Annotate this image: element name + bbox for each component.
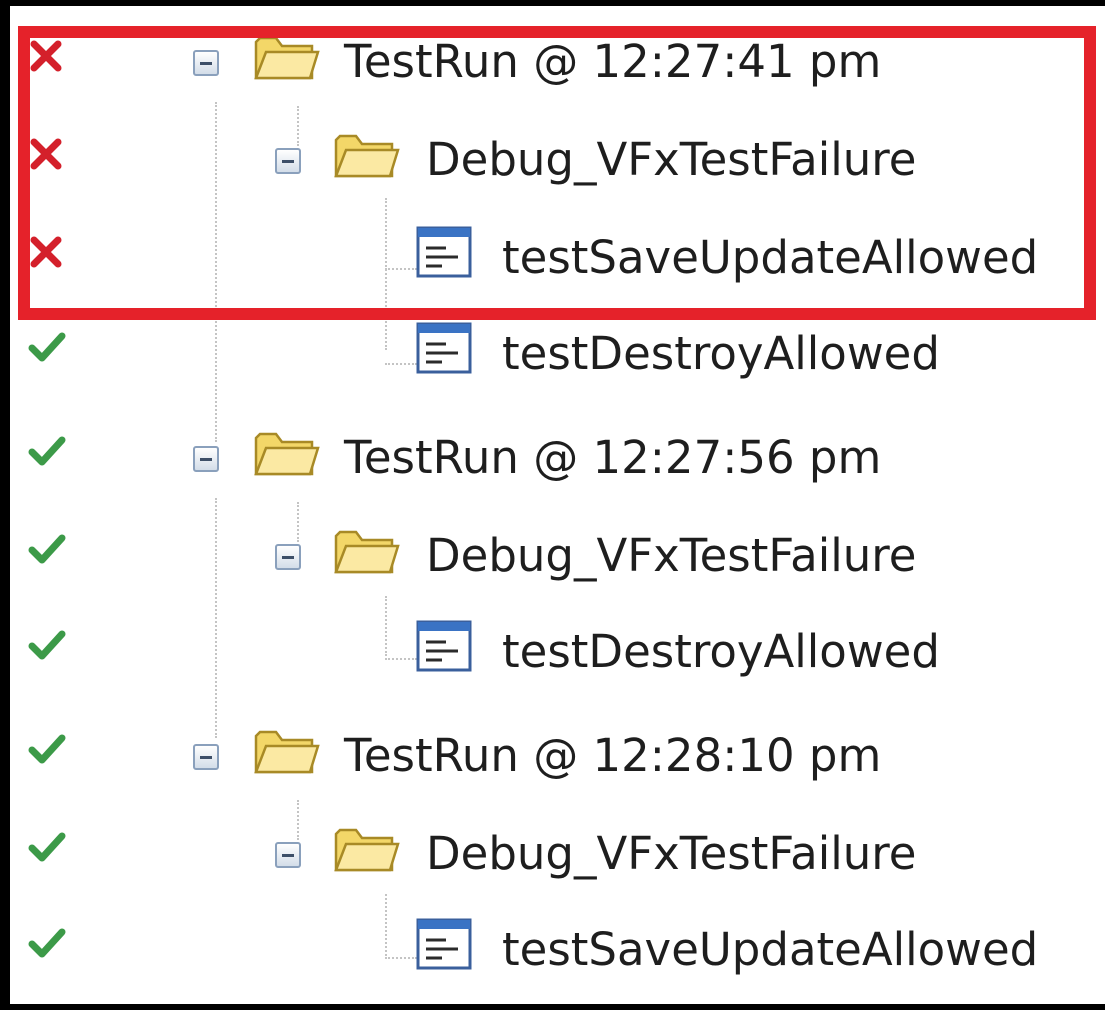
collapse-minus-icon[interactable]: [275, 148, 301, 174]
tree-node-label[interactable]: Debug_VFxTestFailure: [426, 528, 916, 584]
collapse-minus-icon[interactable]: [193, 744, 219, 770]
tree-node-label[interactable]: testDestroyAllowed: [502, 624, 940, 680]
open-folder-icon: [334, 134, 400, 178]
tree-row-test-class[interactable]: Debug_VFxTestFailure: [10, 110, 1105, 210]
test-method-icon: [416, 918, 472, 970]
tree-row-test-class[interactable]: Debug_VFxTestFailure: [10, 804, 1105, 904]
tree-node-label[interactable]: testSaveUpdateAllowed: [502, 922, 1038, 978]
green-check-icon: [28, 928, 66, 958]
tree-row-test-method[interactable]: testSaveUpdateAllowed: [10, 900, 1105, 1000]
red-x-icon: [30, 138, 62, 170]
green-check-icon: [28, 734, 66, 764]
tree-node-label[interactable]: Debug_VFxTestFailure: [426, 132, 916, 188]
test-method-icon: [416, 620, 472, 672]
tree-node-label[interactable]: testSaveUpdateAllowed: [502, 230, 1038, 286]
tree-node-label[interactable]: testDestroyAllowed: [502, 326, 940, 382]
red-x-icon: [30, 40, 62, 72]
test-method-icon: [416, 226, 472, 278]
collapse-minus-icon[interactable]: [275, 842, 301, 868]
open-folder-icon: [334, 530, 400, 574]
collapse-minus-icon[interactable]: [193, 50, 219, 76]
tree-row-testrun[interactable]: TestRun @ 12:28:10 pm: [10, 706, 1105, 806]
test-method-icon: [416, 322, 472, 374]
tree-row-test-method[interactable]: testDestroyAllowed: [10, 304, 1105, 404]
collapse-minus-icon[interactable]: [193, 446, 219, 472]
open-folder-icon: [254, 730, 320, 774]
tree-node-label[interactable]: TestRun @ 12:27:56 pm: [344, 430, 881, 486]
green-check-icon: [28, 332, 66, 362]
red-x-icon: [30, 236, 62, 268]
tree-node-label[interactable]: Debug_VFxTestFailure: [426, 826, 916, 882]
open-folder-icon: [334, 828, 400, 872]
tree-row-testrun[interactable]: TestRun @ 12:27:41 pm: [10, 12, 1105, 112]
tree-row-test-class[interactable]: Debug_VFxTestFailure: [10, 506, 1105, 606]
green-check-icon: [28, 534, 66, 564]
tree-row-testrun[interactable]: TestRun @ 12:27:56 pm: [10, 408, 1105, 508]
green-check-icon: [28, 436, 66, 466]
open-folder-icon: [254, 36, 320, 80]
collapse-minus-icon[interactable]: [275, 544, 301, 570]
tree-row-test-method[interactable]: testDestroyAllowed: [10, 602, 1105, 702]
test-results-tree: TestRun @ 12:27:41 pm Debug_VFxTestFailu…: [10, 6, 1105, 1004]
green-check-icon: [28, 630, 66, 660]
tree-row-test-method[interactable]: testSaveUpdateAllowed: [10, 208, 1105, 308]
green-check-icon: [28, 832, 66, 862]
tree-node-label[interactable]: TestRun @ 12:28:10 pm: [344, 728, 881, 784]
tree-node-label[interactable]: TestRun @ 12:27:41 pm: [344, 34, 881, 90]
open-folder-icon: [254, 432, 320, 476]
